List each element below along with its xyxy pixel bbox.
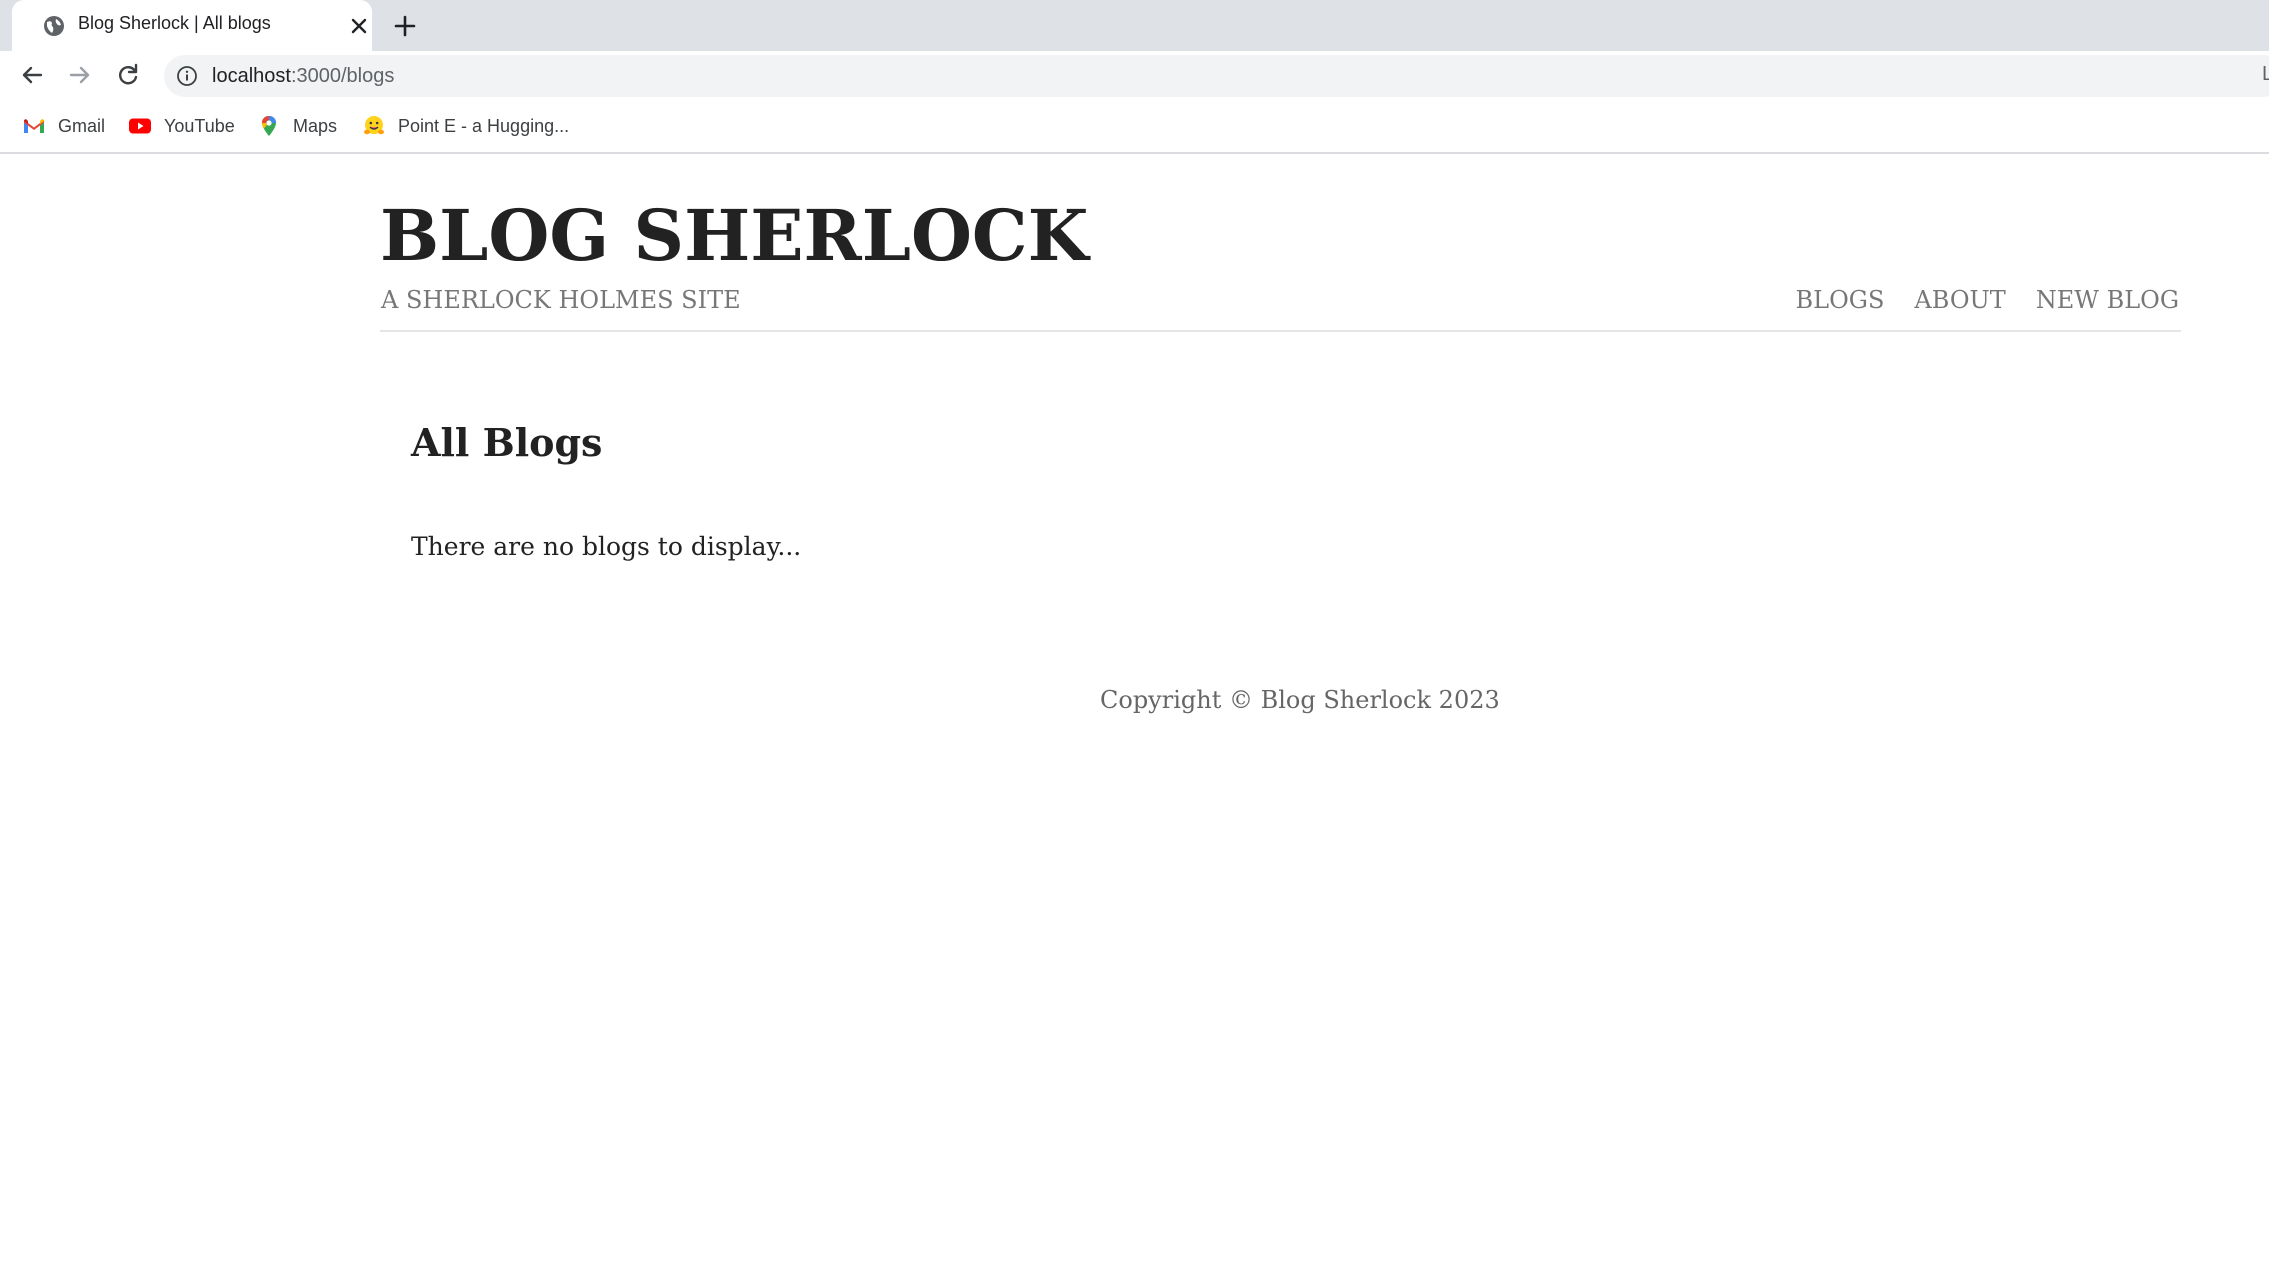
reload-icon[interactable] <box>113 60 143 90</box>
forward-arrow-icon[interactable] <box>65 60 95 90</box>
site-title[interactable]: BLOG SHERLOCK <box>380 192 1088 280</box>
bookmark-label: Point E - a Hugging... <box>398 115 570 136</box>
nav-link-blogs[interactable]: BLOGS <box>1796 286 1885 314</box>
nav-link-about[interactable]: ABOUT <box>1914 286 2005 314</box>
hugging-face-icon <box>364 116 384 135</box>
bookmark-point-e[interactable]: Point E - a Hugging... <box>362 114 569 138</box>
bookmark-label: YouTube <box>164 115 235 136</box>
maps-icon <box>262 116 276 136</box>
close-tab-icon[interactable] <box>346 13 372 39</box>
gmail-icon <box>24 119 44 133</box>
toolbar-edge-text: L <box>2262 63 2269 85</box>
footer-copyright: Copyright © Blog Sherlock 2023 <box>1100 686 1500 714</box>
new-tab-icon[interactable] <box>390 11 420 41</box>
nav-link-new-blog[interactable]: NEW BLOG <box>2036 286 2179 314</box>
header-divider <box>380 330 2181 332</box>
empty-state-message: There are no blogs to display... <box>411 532 802 561</box>
bookmarks-bar: Gmail YouTube Maps Point E - a Hugging..… <box>0 100 2269 154</box>
bookmark-maps[interactable]: Maps <box>257 114 337 138</box>
address-bar[interactable]: localhost:3000/blogs <box>164 55 2269 97</box>
globe-icon <box>44 16 64 36</box>
address-url[interactable]: localhost:3000/blogs <box>212 65 394 88</box>
page-heading: All Blogs <box>411 420 603 465</box>
browser-toolbar: localhost:3000/blogs L <box>0 51 2269 100</box>
site-nav: BLOGS ABOUT NEW BLOG <box>1796 286 2179 314</box>
bookmark-youtube[interactable]: YouTube <box>128 114 235 138</box>
site-info-icon[interactable] <box>176 65 198 87</box>
site-tagline: A SHERLOCK HOLMES SITE <box>381 286 741 314</box>
address-host: localhost <box>212 65 291 87</box>
browser-tab-strip: Blog Sherlock | All blogs <box>0 0 2269 51</box>
browser-tab-active[interactable]: Blog Sherlock | All blogs <box>12 0 372 51</box>
tab-title: Blog Sherlock | All blogs <box>78 13 271 33</box>
bookmark-label: Maps <box>293 115 338 136</box>
bookmark-gmail[interactable]: Gmail <box>22 114 105 138</box>
youtube-icon <box>129 118 151 134</box>
address-path: :3000/blogs <box>290 65 395 87</box>
back-arrow-icon[interactable] <box>17 60 47 90</box>
bookmark-label: Gmail <box>58 115 106 136</box>
